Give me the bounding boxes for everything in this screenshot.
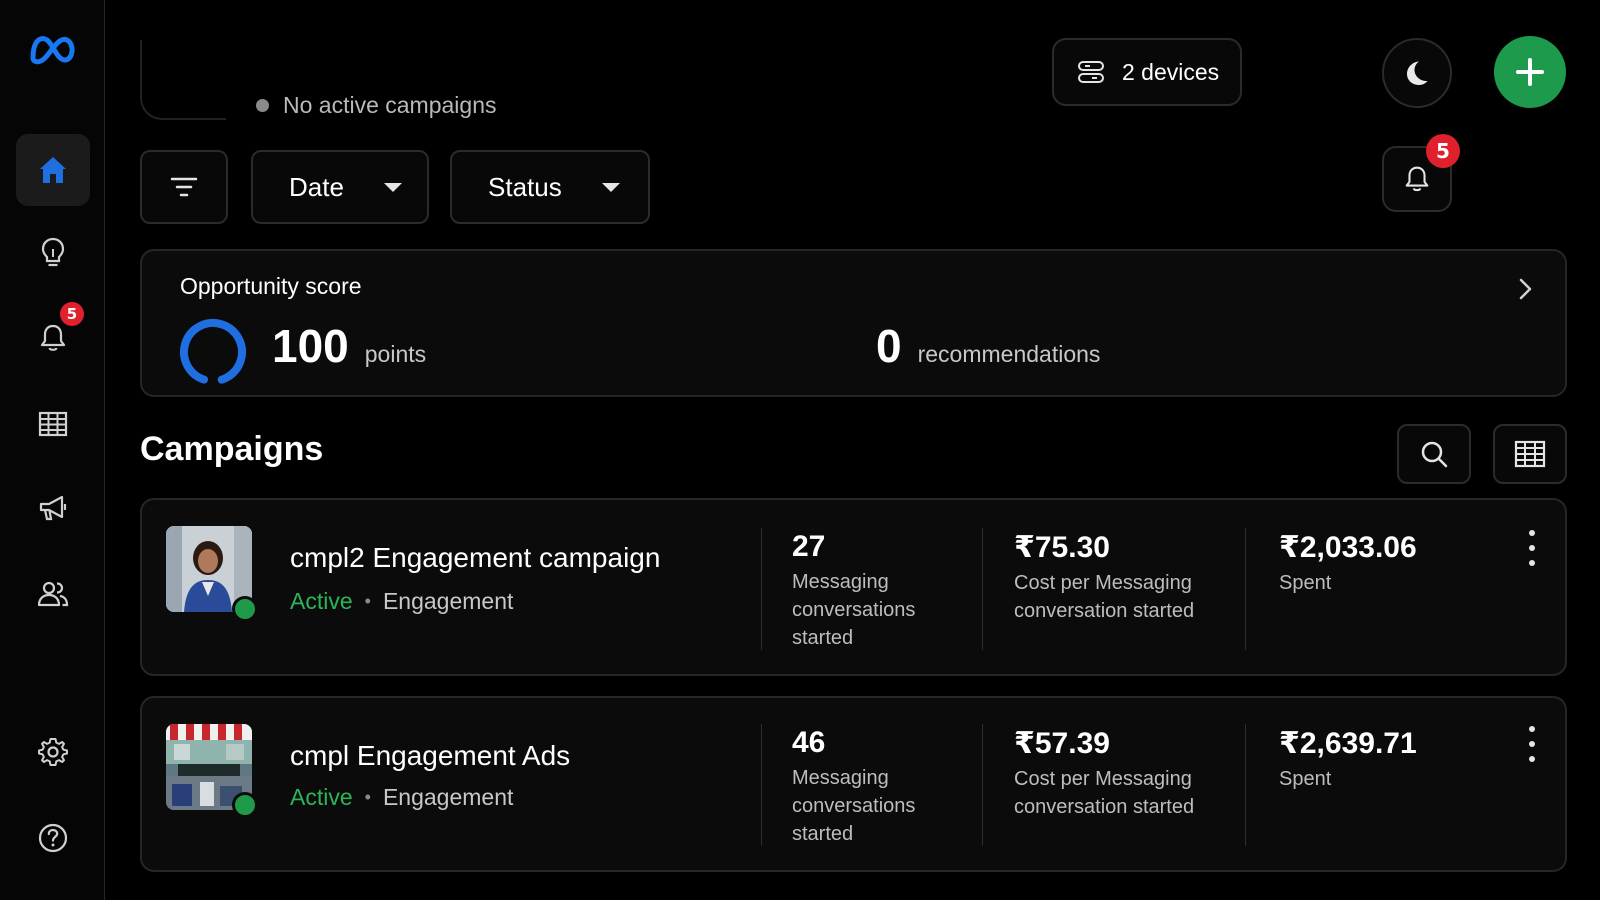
recommendations-count: 0 recommendations <box>876 319 1100 373</box>
cost-per-result-label: Cost per Messaging conversation started <box>1014 572 1195 622</box>
opportunity-score-gauge <box>180 319 246 385</box>
table-icon <box>1514 440 1546 468</box>
devices-button[interactable]: 2 devices <box>1052 38 1242 106</box>
cost-per-result-label: Cost per Messaging conversation started <box>1014 768 1195 818</box>
spent-label: Spent <box>1279 572 1332 594</box>
account-avatar[interactable] <box>140 40 226 120</box>
notification-count-badge: 5 <box>1426 134 1460 168</box>
column-divider <box>1245 724 1246 846</box>
status-dot <box>256 99 269 112</box>
gear-icon <box>38 738 68 766</box>
sidebar: 5 <box>0 0 105 900</box>
chevron-right-icon[interactable] <box>1515 275 1535 303</box>
recommendations-value: 0 <box>876 320 902 372</box>
status-text: No active campaigns <box>283 92 497 118</box>
table-view-button[interactable] <box>1493 424 1567 484</box>
sidebar-item-home[interactable] <box>16 134 90 206</box>
sidebar-item-reports[interactable] <box>16 388 90 460</box>
campaigns-heading: Campaigns <box>140 430 324 468</box>
sidebar-item-notifications[interactable]: 5 <box>16 302 90 374</box>
opportunity-points: 100 points <box>272 319 426 373</box>
active-status-dot <box>232 596 258 622</box>
column-divider <box>761 528 762 650</box>
chevron-down-icon <box>383 182 402 192</box>
opportunity-score-title: Opportunity score <box>180 273 362 299</box>
sidebar-item-ideas[interactable] <box>16 216 90 288</box>
campaign-objective: Engagement <box>382 784 514 810</box>
campaign-status: Active <box>290 588 353 614</box>
column-divider <box>982 724 983 846</box>
spent-label: Spent <box>1279 768 1332 790</box>
results-metric: 27 Messaging conversations started <box>792 530 982 652</box>
devices-label: 2 devices <box>1122 58 1220 85</box>
status-dropdown[interactable]: Status <box>450 150 650 224</box>
cost-per-result-value: ₹75.30 <box>1014 531 1110 564</box>
create-button[interactable] <box>1494 36 1566 108</box>
status-dropdown-label: Status <box>488 171 562 202</box>
campaign-row[interactable]: cmpl2 Engagement campaign Active • Engag… <box>140 498 1567 676</box>
chevron-down-icon <box>601 182 620 192</box>
sidebar-item-settings[interactable] <box>16 716 90 788</box>
filter-icon <box>170 177 198 197</box>
campaign-status-summary: No active campaigns <box>256 92 497 119</box>
bell-icon <box>40 324 66 351</box>
cost-per-result-metric: ₹75.30 Cost per Messaging conversation s… <box>1014 530 1224 625</box>
spent-value: ₹2,639.71 <box>1279 727 1417 760</box>
meta-logo-icon[interactable] <box>27 30 79 70</box>
separator-dot: • <box>364 787 371 807</box>
more-options-icon[interactable] <box>1522 530 1542 566</box>
results-value: 46 <box>792 726 826 759</box>
sidebar-item-ads[interactable] <box>16 472 90 544</box>
sidebar-item-help[interactable] <box>16 802 90 874</box>
campaign-row[interactable]: cmpl Engagement Ads Active • Engagement … <box>140 696 1567 872</box>
column-divider <box>1245 528 1246 650</box>
campaign-meta: Active • Engagement <box>290 784 513 811</box>
help-icon <box>38 823 68 853</box>
moon-icon <box>1407 61 1428 85</box>
people-icon <box>37 581 69 607</box>
active-status-dot <box>232 792 258 818</box>
cost-per-result-metric: ₹57.39 Cost per Messaging conversation s… <box>1014 726 1224 821</box>
campaign-name[interactable]: cmpl Engagement Ads <box>290 740 570 772</box>
points-value: 100 <box>272 320 349 372</box>
column-divider <box>982 528 983 650</box>
cost-per-result-value: ₹57.39 <box>1014 727 1110 760</box>
spent-value: ₹2,033.06 <box>1279 531 1417 564</box>
results-label: Messaging conversations started <box>792 571 916 649</box>
campaign-meta: Active • Engagement <box>290 588 513 615</box>
search-icon <box>1421 441 1448 468</box>
home-icon <box>40 157 66 183</box>
results-metric: 46 Messaging conversations started <box>792 726 982 848</box>
more-options-icon[interactable] <box>1522 726 1542 762</box>
campaign-name[interactable]: cmpl2 Engagement campaign <box>290 542 660 574</box>
campaign-objective: Engagement <box>382 588 514 614</box>
sidebar-item-audience[interactable] <box>16 558 90 630</box>
search-button[interactable] <box>1397 424 1471 484</box>
recommendations-unit: recommendations <box>917 341 1101 367</box>
opportunity-score-card[interactable]: Opportunity score 100 points 0 recommend… <box>140 249 1567 397</box>
dark-mode-toggle[interactable] <box>1382 38 1452 108</box>
table-icon <box>38 411 68 437</box>
filter-button[interactable] <box>140 150 228 224</box>
points-unit: points <box>364 341 427 367</box>
bell-icon <box>1405 166 1429 192</box>
separator-dot: • <box>364 591 371 611</box>
notification-badge: 5 <box>60 302 84 326</box>
date-dropdown-label: Date <box>289 171 344 202</box>
megaphone-icon <box>39 495 67 521</box>
plus-icon <box>1516 58 1544 86</box>
spent-metric: ₹2,033.06 Spent <box>1279 530 1479 597</box>
lightbulb-icon <box>41 237 65 267</box>
column-divider <box>761 724 762 846</box>
campaign-status: Active <box>290 784 353 810</box>
spent-metric: ₹2,639.71 Spent <box>1279 726 1479 793</box>
results-value: 27 <box>792 530 826 563</box>
notifications-button[interactable]: 5 <box>1382 134 1460 212</box>
devices-icon <box>1078 61 1104 83</box>
results-label: Messaging conversations started <box>792 767 916 845</box>
date-dropdown[interactable]: Date <box>251 150 429 224</box>
